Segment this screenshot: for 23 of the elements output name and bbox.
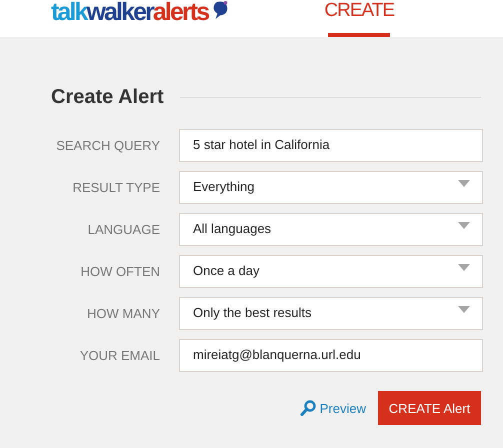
field-label: LANGUAGE — [86, 222, 160, 237]
dropdown[interactable]: Everything — [179, 171, 483, 204]
field-label: HOW MANY — [86, 306, 160, 321]
field-label: SEARCH QUERY — [55, 138, 160, 153]
create-alert-button[interactable]: CREATE Alert — [378, 391, 481, 425]
dropdown[interactable]: Once a day — [179, 255, 483, 288]
caret-icon — [458, 180, 470, 187]
input-field[interactable]: mireiatg@blanquerna.url.edu — [179, 339, 483, 372]
form-title: Create Alert — [51, 86, 164, 109]
caret-icon — [458, 306, 470, 313]
input-field[interactable]: 5 star hotel in California — [179, 129, 483, 162]
preview-link[interactable]: Preview — [300, 400, 366, 416]
field-label: RESULT TYPE — [72, 180, 160, 195]
dropdown[interactable]: Only the best results — [179, 297, 483, 330]
caret-icon — [458, 222, 470, 229]
logo[interactable]: talkwalkeralerts — [51, 0, 208, 24]
search-icon — [300, 400, 316, 416]
field-label: YOUR EMAIL — [78, 348, 160, 363]
speech-bubble-icon — [212, 0, 230, 20]
dropdown[interactable]: All languages — [179, 213, 483, 246]
caret-icon — [458, 264, 470, 271]
field-label: HOW OFTEN — [80, 264, 160, 279]
preview-label[interactable]: Preview — [320, 400, 366, 416]
